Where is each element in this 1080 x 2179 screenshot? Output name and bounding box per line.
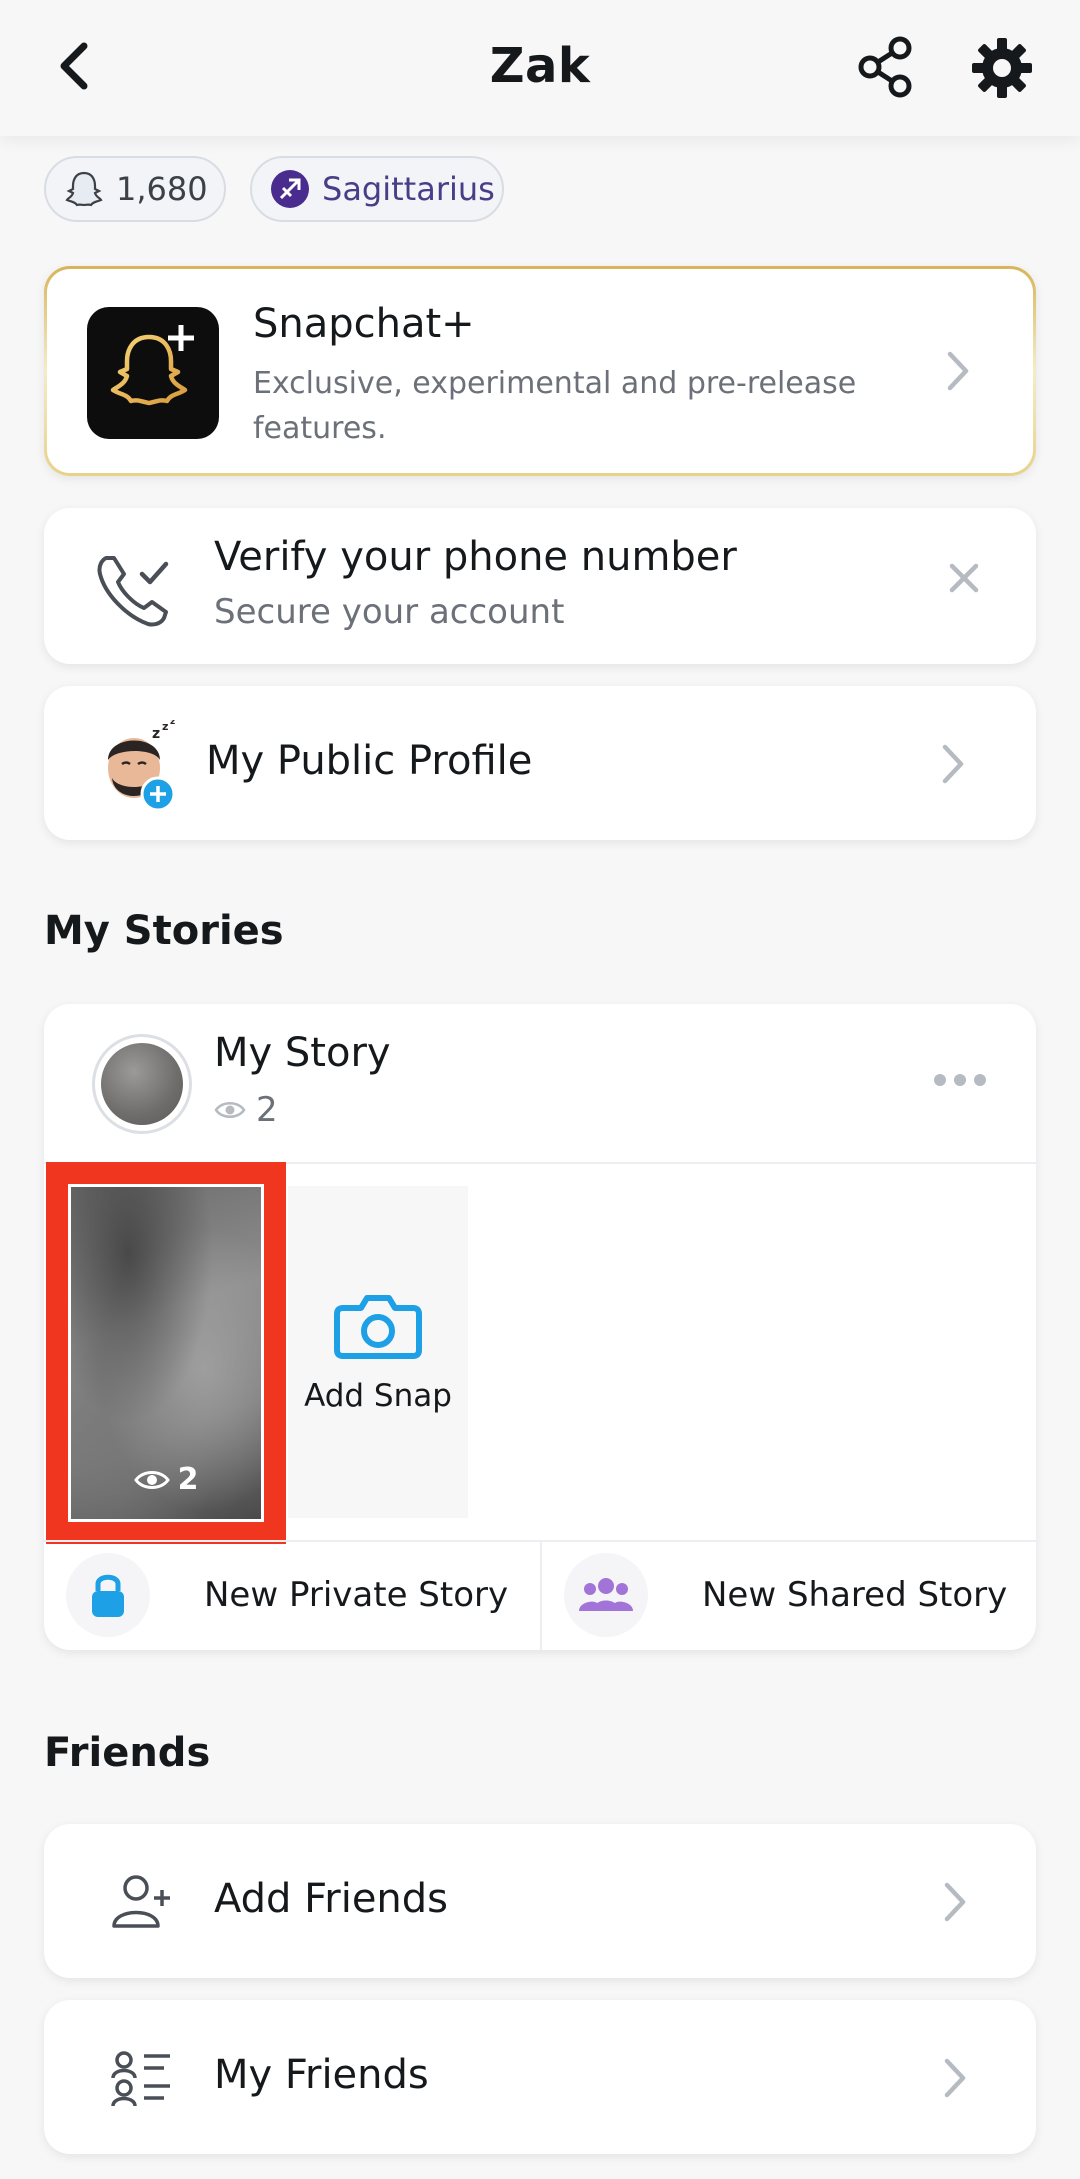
new-private-story-label: New Private Story <box>204 1575 509 1615</box>
new-shared-story-label: New Shared Story <box>702 1575 1008 1615</box>
my-story-title[interactable]: My Story <box>214 1030 391 1076</box>
add-friends-card[interactable]: Add Friends <box>44 1824 1036 1978</box>
verify-phone-title: Verify your phone number <box>214 534 737 580</box>
friends-heading: Friends <box>44 1730 211 1776</box>
zodiac-label: Sagittarius <box>322 170 495 208</box>
story-avatar[interactable] <box>92 1034 192 1134</box>
lock-icon <box>92 1574 124 1617</box>
chevron-right-icon <box>942 744 964 784</box>
snap-thumbnail[interactable]: 2 <box>68 1184 264 1522</box>
bitmoji-avatar-icon: z z z <box>108 720 176 812</box>
snapchat-plus-title: Snapchat+ <box>253 301 475 347</box>
chevron-right-icon <box>944 2058 966 2098</box>
share-button[interactable] <box>856 36 916 98</box>
eye-icon <box>214 1099 246 1121</box>
public-profile-label: My Public Profile <box>206 738 533 784</box>
verify-phone-card[interactable]: Verify your phone number Secure your acc… <box>44 508 1036 664</box>
snapchat-plus-card[interactable]: Snapchat+ Exclusive, experimental and pr… <box>44 266 1036 476</box>
eye-icon <box>133 1468 170 1492</box>
snap-views: 2 <box>71 1462 261 1497</box>
snap-view-count: 2 <box>177 1462 199 1497</box>
my-stories-card: My Story 2 2 Add Snap New Private Story … <box>44 1004 1036 1650</box>
group-icon <box>579 1578 633 1611</box>
add-snap-label: Add Snap <box>304 1378 452 1414</box>
my-story-views: 2 <box>214 1090 278 1130</box>
public-profile-card[interactable]: z z z My Public Profile <box>44 686 1036 840</box>
share-icon <box>858 36 912 98</box>
more-dots-icon <box>934 1074 946 1086</box>
snapchat-plus-logo <box>87 307 219 439</box>
my-friends-card[interactable]: My Friends <box>44 2000 1036 2154</box>
camera-icon <box>334 1295 422 1359</box>
top-bar: Zak <box>0 0 1080 136</box>
new-shared-story-button[interactable]: New Shared Story <box>542 1540 1036 1650</box>
snap-score-chip[interactable]: 1,680 <box>44 156 226 222</box>
chevron-right-icon <box>947 351 969 391</box>
add-friends-label: Add Friends <box>214 1876 449 1922</box>
my-stories-heading: My Stories <box>44 908 284 954</box>
chevron-right-icon <box>944 1882 966 1922</box>
add-friend-icon <box>112 1875 170 1928</box>
add-snap-button[interactable]: Add Snap <box>288 1186 468 1518</box>
my-friends-label: My Friends <box>214 2052 429 2098</box>
svg-text:z: z <box>170 720 175 727</box>
snap-thumbnail-highlight: 2 <box>46 1162 286 1544</box>
more-options-button[interactable] <box>934 1070 994 1090</box>
verify-phone-subtitle: Secure your account <box>214 592 565 632</box>
gear-icon <box>972 38 1032 98</box>
phone-check-icon <box>97 556 169 627</box>
svg-text:z: z <box>162 720 168 733</box>
zodiac-chip[interactable]: Sagittarius <box>250 156 504 222</box>
friends-list-icon <box>111 2051 170 2107</box>
page-title: Zak <box>489 38 591 94</box>
close-icon[interactable] <box>944 558 984 598</box>
snapchat-plus-subtitle: Exclusive, experimental and pre-release … <box>253 366 857 446</box>
new-private-story-button[interactable]: New Private Story <box>44 1540 540 1650</box>
svg-text:z: z <box>152 726 160 742</box>
settings-button[interactable] <box>970 36 1034 100</box>
snap-score-value: 1,680 <box>116 170 208 208</box>
sagittarius-icon <box>270 169 310 209</box>
my-story-view-count: 2 <box>256 1090 278 1130</box>
ghost-icon <box>64 169 104 209</box>
